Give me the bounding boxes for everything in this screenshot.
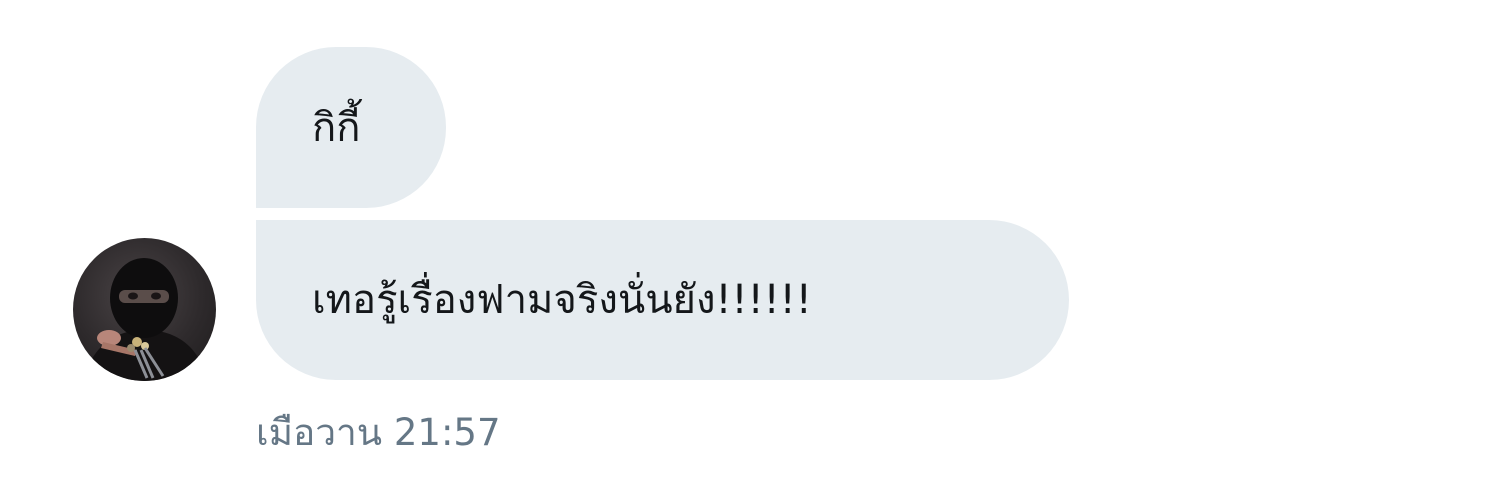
message-text-1: กิกี้ xyxy=(312,104,361,151)
message-bubble-2[interactable]: เทอรู้เรื่องฟามจริงนั่นยัง!!!!!! xyxy=(256,220,1069,380)
sender-avatar[interactable] xyxy=(73,238,216,381)
message-bubble-1[interactable]: กิกี้ xyxy=(256,47,446,208)
message-text-2: เทอรู้เรื่องฟามจริงนั่นยัง!!!!!! xyxy=(312,277,812,323)
masked-person-avatar-icon xyxy=(83,258,208,381)
message-timestamp: เมือวาน 21:57 xyxy=(256,411,501,454)
